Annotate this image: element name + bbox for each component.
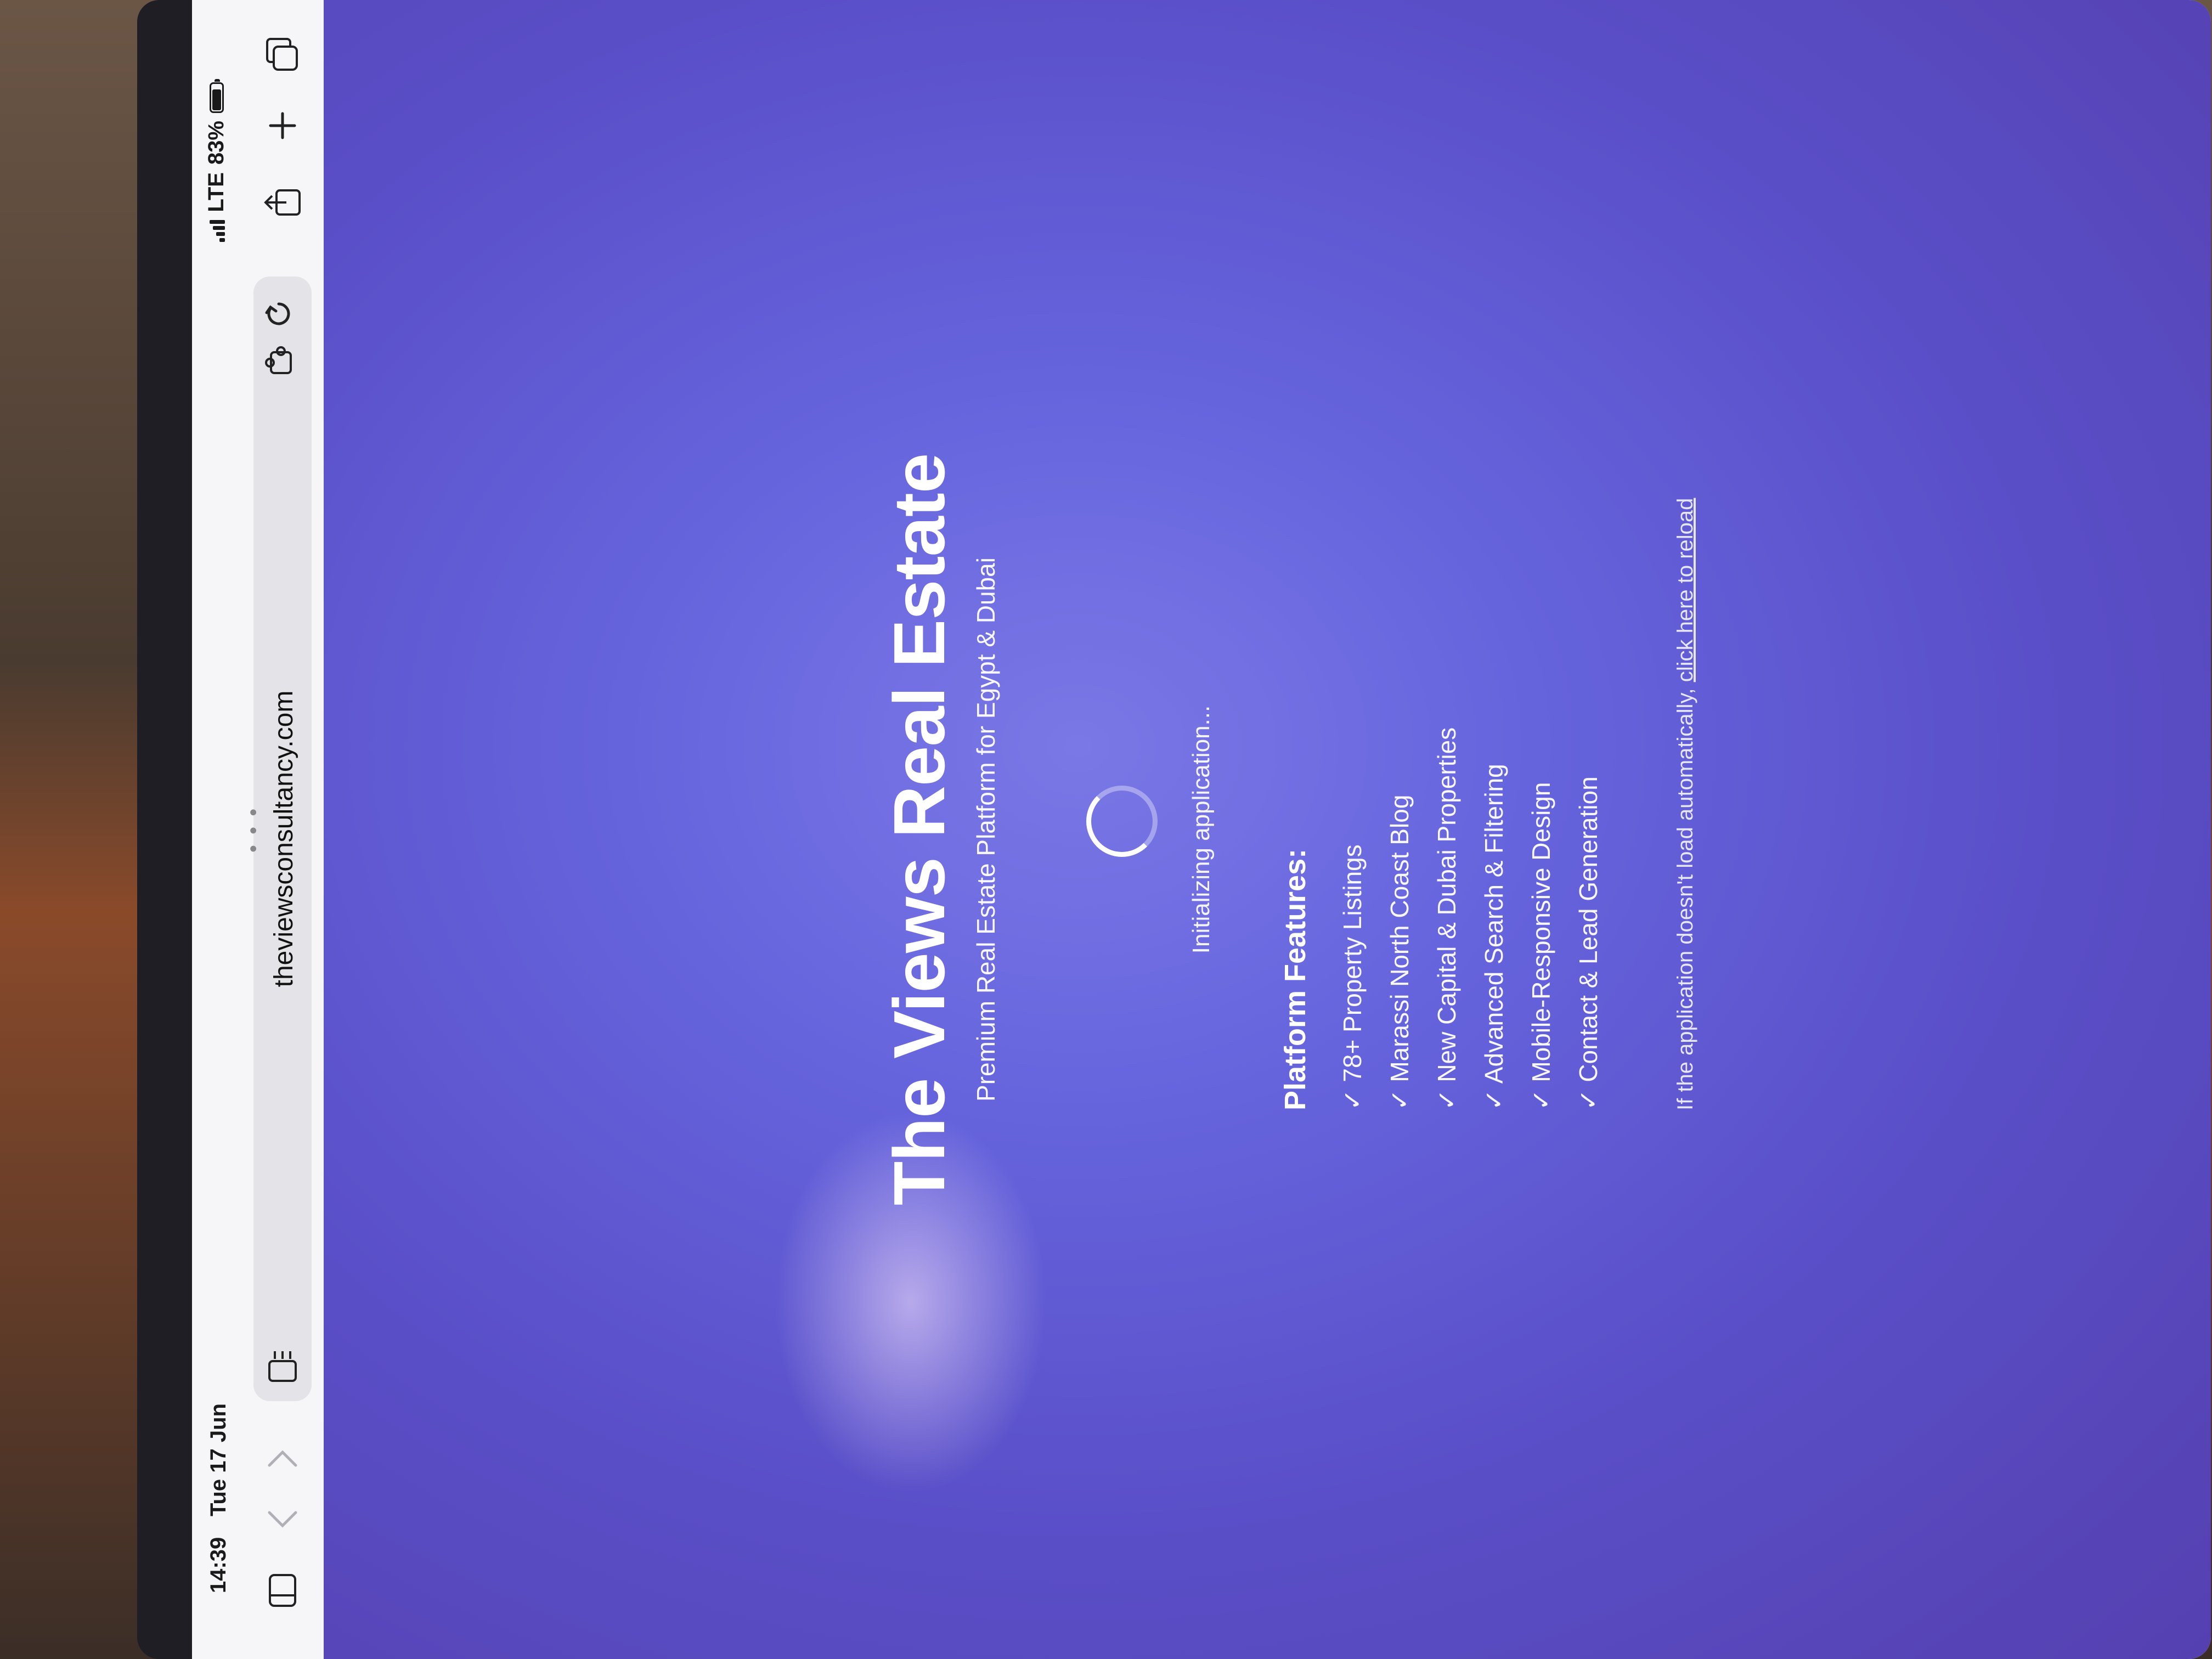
reload-prefix: If the application doesn't load automati… <box>1673 682 1697 1110</box>
feature-item: ✓ Mobile-Responsive Design <box>1527 782 1555 1110</box>
share-icon[interactable] <box>263 183 302 222</box>
more-dots-icon[interactable]: • • • <box>241 806 266 853</box>
sidebar-icon[interactable] <box>263 1571 302 1610</box>
tabs-icon[interactable] <box>263 35 302 74</box>
status-date: Tue 17 Jun <box>206 1403 230 1516</box>
battery-tip <box>214 79 220 82</box>
battery-fill <box>212 89 221 110</box>
network-label: LTE <box>204 172 228 212</box>
reload-link[interactable]: click here to reload <box>1673 498 1697 682</box>
status-bar: 14:39 Tue 17 Jun LTE 83% <box>192 0 241 1659</box>
status-time: 14:39 <box>206 1537 230 1593</box>
signal-icon <box>208 219 225 242</box>
loading-spinner <box>1086 786 1158 857</box>
screen: 14:39 Tue 17 Jun LTE 83% • • • theviewsc… <box>192 0 2211 1659</box>
chevron-left-icon[interactable] <box>263 1500 302 1538</box>
page-subtitle: Premium Real Estate Platform for Egypt &… <box>972 557 1000 1102</box>
battery-percent: 83% <box>204 121 228 165</box>
reload-icon[interactable] <box>263 298 301 329</box>
features-heading: Platform Features: <box>1279 848 1312 1110</box>
battery-icon <box>209 79 224 113</box>
feature-item: ✓ Advanced Search & Filtering <box>1480 764 1508 1110</box>
page-content: The Views Real Estate Premium Real Estat… <box>324 0 2211 1659</box>
feature-item: ✓ 78+ Property Listings <box>1338 844 1367 1110</box>
url-text[interactable]: theviewsconsultancy.com <box>269 276 299 1401</box>
address-actions <box>263 298 301 376</box>
feature-item: ✓ New Capital & Dubai Properties <box>1432 727 1461 1110</box>
address-bar[interactable]: • • • theviewsconsultancy.com <box>241 276 312 1401</box>
feature-item: ✓ Contact & Lead Generation <box>1574 776 1602 1110</box>
status-indicators: LTE 83% <box>204 79 229 242</box>
chevron-right-icon[interactable] <box>263 1440 302 1478</box>
page-title: The Views Real Estate <box>879 453 960 1206</box>
plus-icon[interactable] <box>263 106 302 145</box>
reload-note: If the application doesn't load automati… <box>1673 498 1698 1110</box>
ipad-device: 14:39 Tue 17 Jun LTE 83% • • • theviewsc… <box>137 0 2211 1659</box>
loading-text: Initializing application... <box>1188 705 1215 954</box>
browser-toolbar: • • • theviewsconsultancy.com <box>241 0 325 1659</box>
feature-item: ✓ Marassi North Coast Blog <box>1385 794 1414 1110</box>
extension-icon[interactable] <box>263 346 301 376</box>
features-list: Platform Features: ✓ 78+ Property Listin… <box>1278 452 1612 1110</box>
